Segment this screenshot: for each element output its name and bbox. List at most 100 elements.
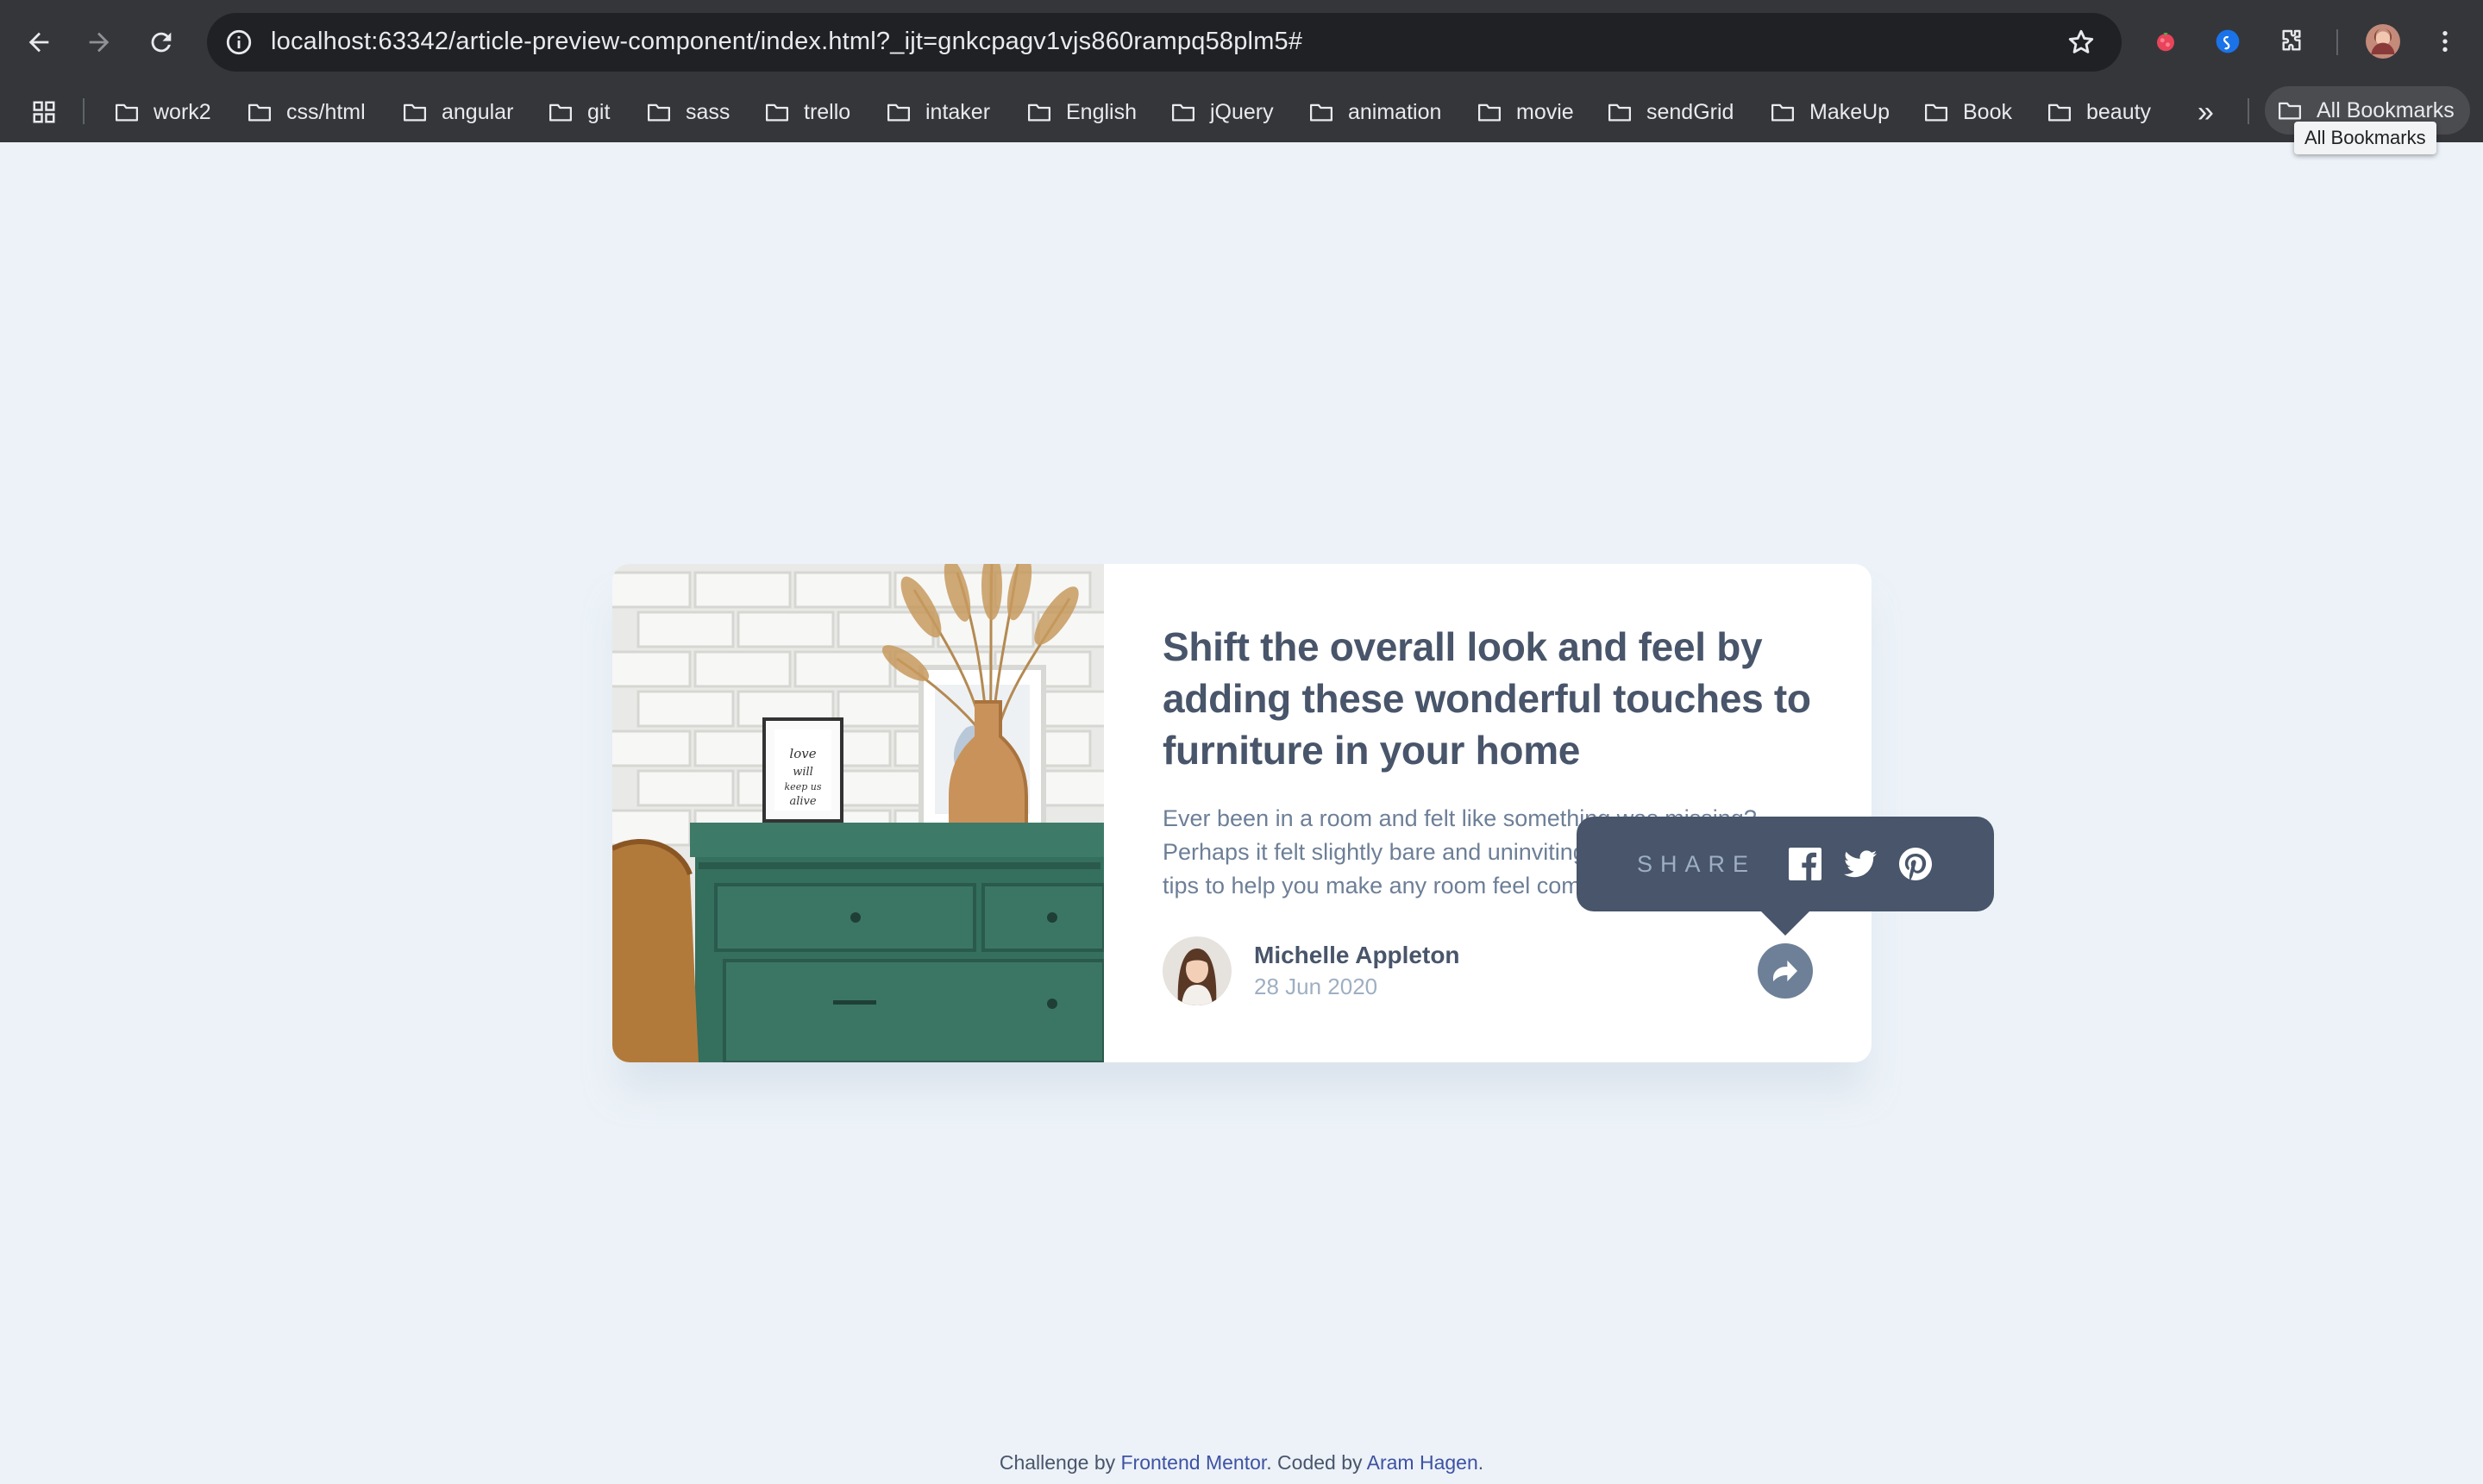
bookmark-folder[interactable]: English: [1025, 95, 1137, 129]
bookmark-label: jQuery: [1210, 99, 1274, 124]
bookmark-label: intaker: [925, 99, 991, 124]
folder-icon: [404, 103, 426, 122]
author-link[interactable]: Aram Hagen: [1367, 1451, 1478, 1474]
bookmark-folder[interactable]: angular: [400, 95, 513, 129]
bookmark-folder[interactable]: trello: [762, 95, 850, 129]
publish-date: 28 Jun 2020: [1254, 974, 1378, 999]
bookmark-label: animation: [1348, 99, 1442, 124]
arrow-left-icon: [28, 32, 49, 53]
share-label: SHARE: [1637, 850, 1757, 877]
profile-avatar[interactable]: [2365, 23, 2401, 59]
bookmark-folder[interactable]: beauty: [2045, 95, 2151, 129]
back-button[interactable]: [19, 22, 59, 62]
address-bar[interactable]: localhost:63342/article-preview-componen…: [207, 13, 2122, 72]
bookmarks-bar: work2 css/html angular git sass trello intaker…: [0, 88, 2483, 133]
folder-icon: [1172, 103, 1194, 122]
apps-grid-icon[interactable]: [29, 95, 59, 129]
bookmark-folder[interactable]: git: [546, 95, 610, 129]
attribution-middle: . Coded by: [1266, 1451, 1363, 1474]
folder-icon: [1608, 103, 1631, 122]
browser-chrome: localhost:63342/article-preview-componen…: [0, 0, 2483, 142]
bookmark-label: sass: [686, 99, 730, 124]
bookmark-folder[interactable]: MakeUp: [1768, 95, 1890, 129]
folder-icon: [2279, 102, 2301, 120]
article-card: love will keep us alive Shift the overal…: [612, 564, 1872, 1062]
folder-icon: [1925, 103, 1947, 122]
menu-kebab-icon[interactable]: [2427, 23, 2463, 59]
attribution-prefix: Challenge by: [999, 1451, 1116, 1474]
svg-text:will: will: [793, 766, 813, 779]
facebook-icon[interactable]: [1787, 846, 1823, 882]
reload-button[interactable]: [141, 22, 181, 62]
bookmark-label: angular: [442, 99, 514, 124]
url-text[interactable]: localhost:63342/article-preview-componen…: [271, 28, 1302, 56]
attribution: Challenge by Frontend Mentor. Coded by A…: [0, 1451, 2483, 1475]
bookmark-label: work2: [154, 99, 211, 124]
bookmark-folder[interactable]: sass: [644, 95, 730, 129]
frontend-mentor-link[interactable]: Frontend Mentor: [1121, 1451, 1267, 1474]
folder-icon: [1771, 103, 1794, 122]
share-button[interactable]: [1758, 943, 1813, 999]
folder-icon: [2048, 103, 2071, 122]
svg-text:love: love: [789, 746, 816, 761]
bookmark-label: English: [1066, 99, 1137, 124]
furniture-photo: love will keep us alive: [612, 564, 1104, 1062]
author-block: Michelle Appleton 28 Jun 2020: [1163, 935, 1460, 1007]
folder-icon: [248, 103, 271, 122]
author-name: Michelle Appleton: [1254, 942, 1460, 968]
toolbar-divider: [2336, 29, 2338, 55]
folder-icon: [1310, 103, 1332, 122]
forward-button[interactable]: [79, 22, 119, 62]
bookmark-folder[interactable]: movie: [1475, 95, 1574, 129]
extension-raspberry-icon[interactable]: [2148, 23, 2184, 59]
svg-text:alive: alive: [789, 795, 816, 808]
site-info-icon[interactable]: [221, 24, 257, 60]
chevron-double-right-icon: »: [2198, 95, 2214, 128]
tooltip: All Bookmarks: [2294, 122, 2436, 154]
more-bookmarks-button[interactable]: »: [2198, 95, 2214, 129]
attribution-suffix: .: [1477, 1451, 1484, 1474]
url-host: localhost: [271, 28, 372, 55]
share-popup: SHARE: [1577, 817, 1994, 936]
article-image: love will keep us alive: [612, 564, 1104, 1062]
folder-icon: [766, 103, 788, 122]
bookmark-folder[interactable]: animation: [1307, 95, 1441, 129]
author-info: Michelle Appleton 28 Jun 2020: [1254, 940, 1460, 1002]
bookmarks-divider-2: [2248, 98, 2249, 124]
bookmark-label: sendGrid: [1646, 99, 1734, 124]
folder-icon: [1028, 103, 1050, 122]
bookmark-folder[interactable]: sendGrid: [1605, 95, 1734, 129]
bookmark-label: git: [587, 99, 611, 124]
bookmark-label: beauty: [2086, 99, 2152, 124]
share-arrow-icon: [1773, 960, 1797, 982]
folder-icon: [116, 103, 138, 122]
bookmark-folder[interactable]: css/html: [245, 95, 366, 129]
author-avatar: [1163, 936, 1232, 1005]
article-title[interactable]: Shift the overall look and feel by addin…: [1163, 621, 1818, 776]
browser-toolbar: localhost:63342/article-preview-componen…: [0, 0, 2483, 83]
extension-shazam-icon[interactable]: [2210, 23, 2246, 59]
folder-icon: [648, 103, 670, 122]
extensions-puzzle-icon[interactable]: [2273, 23, 2310, 59]
reload-icon: [151, 32, 172, 53]
bookmark-label: movie: [1516, 99, 1574, 124]
all-bookmarks-label: All Bookmarks: [2317, 97, 2455, 122]
bookmark-label: trello: [804, 99, 851, 124]
bookmark-folder[interactable]: intaker: [884, 95, 990, 129]
bookmarks-divider: [83, 98, 85, 124]
bookmark-folder[interactable]: Book: [1922, 95, 2012, 129]
bookmark-folder[interactable]: jQuery: [1169, 95, 1274, 129]
folder-icon: [887, 103, 910, 122]
bookmark-label: MakeUp: [1809, 99, 1890, 124]
bookmark-star-icon[interactable]: [2063, 24, 2099, 60]
svg-text:keep us: keep us: [785, 781, 822, 792]
pinterest-icon[interactable]: [1897, 846, 1934, 882]
bookmark-folder[interactable]: work2: [112, 95, 211, 129]
bookmark-label: css/html: [286, 99, 366, 124]
arrow-right-icon: [89, 32, 110, 53]
folder-icon: [1478, 103, 1501, 122]
folder-icon: [549, 103, 572, 122]
url-path: :63342/article-preview-component/index.h…: [371, 28, 1303, 55]
twitter-icon[interactable]: [1842, 846, 1878, 882]
bookmark-label: Book: [1963, 99, 2012, 124]
